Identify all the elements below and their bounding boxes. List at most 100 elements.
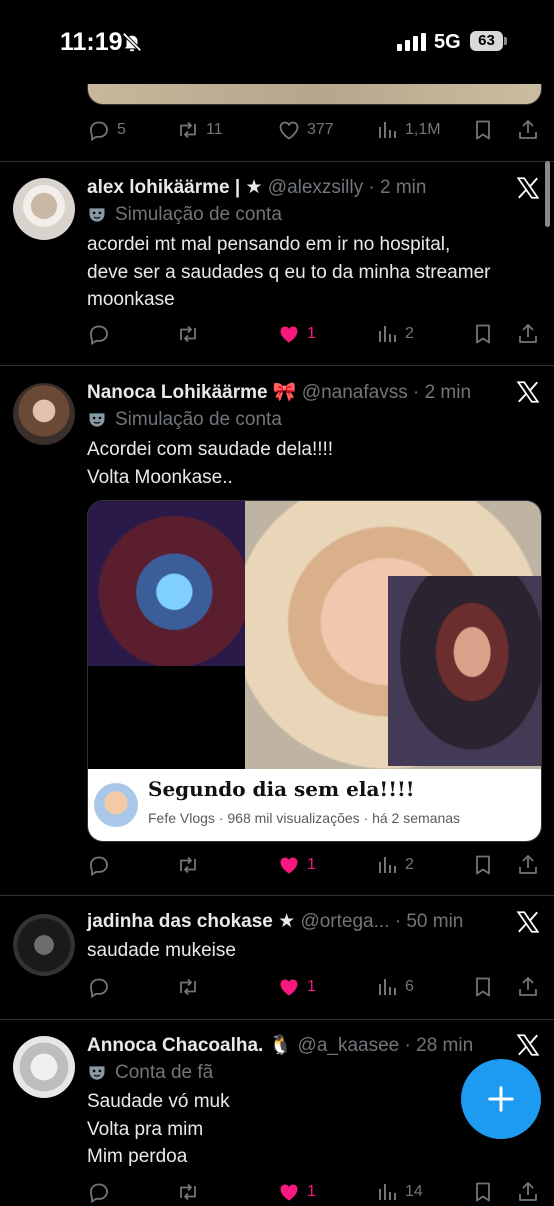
bookmark-button[interactable] [471, 851, 495, 879]
tweet-media[interactable]: Segundo dia sem ela!!!! Fefe Vlogs · 968… [87, 500, 542, 842]
account-label: Simulação de conta [87, 204, 282, 226]
retweet-icon [176, 118, 200, 142]
bookmark-icon [471, 975, 495, 999]
tweet-line: moonkase [87, 289, 175, 310]
retweet-button[interactable] [176, 973, 200, 1001]
view-count: 14 [405, 1183, 423, 1200]
tweet-text: Acordei com saudade dela!!!! Volta Moonk… [87, 436, 333, 491]
display-name[interactable]: Annoca Chacoalha. 🐧 [87, 1035, 292, 1056]
bookmark-icon [471, 118, 495, 142]
share-button[interactable] [516, 973, 540, 1001]
tweet-text: saudade mukeise [87, 937, 236, 965]
heart-filled-icon [277, 853, 301, 877]
tweet-header: alex lohikäärme | ★ @alexzsilly · 2 min [87, 176, 426, 199]
like-button[interactable]: 1 [277, 851, 316, 879]
retweet-button[interactable] [176, 320, 200, 348]
handle-time[interactable]: @a_kaasee · 28 min [298, 1035, 474, 1056]
share-button[interactable] [516, 851, 540, 879]
x-logo-icon[interactable] [515, 1032, 541, 1058]
like-count: 1 [307, 856, 316, 873]
display-name[interactable]: alex lohikäärme | ★ [87, 177, 263, 198]
handle-time[interactable]: @ortega... · 50 min [300, 911, 463, 932]
avatar[interactable] [13, 1036, 75, 1098]
display-name[interactable]: Nanoca Lohikäärme 🎀 [87, 382, 297, 403]
tweet-line: saudade mukeise [87, 940, 236, 961]
account-label-text: Simulação de conta [115, 409, 282, 430]
divider [0, 1019, 554, 1020]
mask-icon [87, 410, 107, 430]
avatar[interactable] [13, 178, 75, 240]
share-button[interactable] [516, 116, 540, 144]
share-button[interactable] [516, 320, 540, 348]
video-meta: Fefe Vlogs · 968 mil visualizações · há … [148, 810, 461, 826]
retweet-button[interactable] [176, 851, 200, 879]
bookmark-button[interactable] [471, 320, 495, 348]
compose-button[interactable] [461, 1059, 541, 1139]
display-name[interactable]: jadinha das chokase ★ [87, 911, 295, 932]
x-logo-icon[interactable] [515, 379, 541, 405]
bookmark-icon [471, 322, 495, 346]
views-icon [375, 1180, 399, 1204]
action-bar: 5 11 377 1,1M [87, 116, 542, 144]
video-card[interactable]: Segundo dia sem ela!!!! Fefe Vlogs · 968… [88, 769, 541, 841]
divider [0, 365, 554, 366]
bookmark-button[interactable] [471, 973, 495, 1001]
bookmark-button[interactable] [471, 116, 495, 144]
share-icon [516, 1180, 540, 1204]
retweet-icon [176, 975, 200, 999]
views-button[interactable]: 1,1M [375, 116, 441, 144]
mask-icon [87, 205, 107, 225]
views-button[interactable]: 14 [375, 1178, 423, 1206]
reply-button[interactable] [87, 320, 111, 348]
tweet-header: Annoca Chacoalha. 🐧 @a_kaasee · 28 min [87, 1033, 473, 1057]
views-button[interactable]: 6 [375, 973, 414, 1001]
like-button[interactable]: 1 [277, 973, 316, 1001]
plus-icon [488, 1086, 514, 1112]
retweet-button[interactable] [176, 1178, 200, 1206]
tweet-media-partial[interactable] [87, 84, 542, 105]
status-bar: 11:19 5G 63 [0, 0, 554, 84]
bookmark-button[interactable] [471, 1178, 495, 1206]
handle-time[interactable]: @alexzsilly · 2 min [268, 177, 427, 198]
reply-count: 5 [117, 121, 126, 138]
x-logo-icon[interactable] [515, 175, 541, 201]
x-logo-icon[interactable] [515, 909, 541, 935]
signal-icon [397, 33, 426, 51]
views-button[interactable]: 2 [375, 320, 414, 348]
tweet-line: Saudade vó muk [87, 1091, 230, 1112]
tweet-line: deve ser a saudades q eu to da minha str… [87, 261, 491, 283]
reply-icon [87, 1180, 111, 1204]
tweet-line: acordei mt mal pensando em ir no hospita… [87, 234, 451, 255]
reply-button[interactable] [87, 1178, 111, 1206]
tweet-header: jadinha das chokase ★ @ortega... · 50 mi… [87, 910, 463, 933]
retweet-icon [176, 853, 200, 877]
views-button[interactable]: 2 [375, 851, 414, 879]
bookmark-icon [471, 1180, 495, 1204]
retweet-icon [176, 1180, 200, 1204]
action-bar: 1 14 [87, 1178, 542, 1206]
tweet-line: Mim perdoa [87, 1146, 188, 1167]
like-count: 377 [307, 121, 334, 138]
reply-icon [87, 322, 111, 346]
like-button[interactable]: 377 [277, 116, 334, 144]
like-button[interactable]: 1 [277, 1178, 316, 1206]
share-button[interactable] [516, 1178, 540, 1206]
divider [0, 161, 554, 162]
like-count: 1 [307, 978, 316, 995]
scrollbar[interactable] [545, 161, 550, 227]
avatar[interactable] [13, 914, 75, 976]
retweet-count: 11 [206, 121, 223, 138]
reply-button[interactable]: 5 [87, 116, 126, 144]
view-count: 1,1M [405, 121, 441, 138]
reply-button[interactable] [87, 851, 111, 879]
like-button[interactable]: 1 [277, 320, 316, 348]
retweet-button[interactable]: 11 [176, 116, 223, 144]
view-count: 2 [405, 325, 414, 342]
avatar[interactable] [13, 383, 75, 445]
mask-icon [87, 1063, 107, 1083]
tweet-header: Nanoca Lohikäärme 🎀 @nanafavss · 2 min [87, 380, 471, 404]
tweet-text: Saudade vó muk Volta pra mim Mim perdoa [87, 1088, 230, 1171]
handle-time[interactable]: @nanafavss · 2 min [302, 382, 471, 403]
tweet-line: Volta pra mim [87, 1118, 204, 1140]
reply-button[interactable] [87, 973, 111, 1001]
